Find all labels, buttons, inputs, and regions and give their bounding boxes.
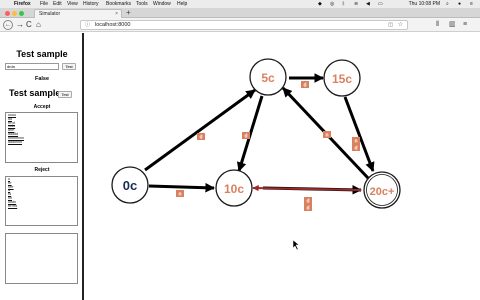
menu-file[interactable]: File [40,0,48,8]
menubar-clock[interactable]: Thu 10:08 PM [409,0,440,8]
volume-icon[interactable]: ◀ [366,0,370,8]
menu-view[interactable]: View [67,0,78,8]
menu-history[interactable]: History [83,0,99,8]
menu-tools[interactable]: Tools [136,0,148,8]
node-label: 10c [224,182,244,196]
dropbox-icon[interactable]: ◆ [318,0,322,8]
edge-label: d [354,146,357,152]
home-button[interactable]: ⌂ [36,20,41,30]
edge-label: d [303,83,306,89]
list-item[interactable]: rrrrrrd [8,204,75,209]
accept-label: Accept [33,104,51,110]
test-button[interactable]: Test [62,63,76,70]
reject-label: Reject [34,167,50,173]
menu-bookmarks[interactable]: Bookmarks [106,0,131,8]
list-item[interactable]: dddnnnn [8,140,75,145]
bluetooth-icon[interactable]: ᛒ [342,0,345,8]
menu-icon[interactable]: ≡ [463,20,467,30]
reload-button[interactable]: C [26,20,32,30]
automaton-graph[interactable]: d n d d n n d d d 0c 5c 15c 10c 20c+ [86,33,480,300]
panel-title: Test sample [16,49,68,59]
menu-bar: Firefox File Edit View History Bookmarks… [0,0,480,8]
forward-button[interactable]: → [16,20,24,30]
menu-help[interactable]: Help [177,0,187,8]
url-text: localhost:8000 [95,22,131,28]
edge-label: d [199,135,202,141]
node-label: 5c [261,71,275,85]
accept-list[interactable]: uuuu dd rrrrd rudu drrn ddddd nnnnnnnn dddnnnn [5,112,78,163]
pocket-icon[interactable]: ◫ [388,21,393,29]
output-area[interactable] [5,233,78,284]
tab-close-icon[interactable]: × [115,10,118,18]
test-result: False [34,76,50,82]
test-panel: Test sample Test False Test sample Test … [0,33,84,300]
url-bar[interactable]: ⓘ localhost:8000 ◫ ☆ [80,20,408,30]
edge-labels: d n d d n n d d d [176,81,360,212]
minimize-window-icon[interactable] [12,11,17,16]
mouse-cursor-icon [292,239,300,251]
sidebar-icon[interactable]: ▥ [449,20,456,30]
node-label: 0c [123,178,137,193]
wifi-icon[interactable]: ≋ [354,0,358,8]
bookmark-star-icon[interactable]: ☆ [398,21,403,29]
edge-label: n [325,133,328,139]
edge-0c-10c[interactable] [148,182,215,193]
tab-bar: Simulator × + [0,8,480,18]
node-label: 20c+ [370,186,395,198]
node-10c[interactable]: 10c [215,169,253,207]
node-5c[interactable]: 5c [249,58,287,96]
node-label: 15c [332,72,352,86]
test-button-2[interactable]: Test [58,91,72,98]
library-icon[interactable]: ⫴ [436,20,439,30]
edge-label: d [306,199,309,205]
edge-label: d [306,206,309,212]
menu-firefox[interactable]: Firefox [14,0,31,8]
browser-tab[interactable]: Simulator × [34,9,122,18]
edge-label: d [244,134,247,140]
search-icon[interactable]: ⌕ [446,0,449,8]
node-20c-plus[interactable]: 20c+ [363,171,401,209]
menu-edit[interactable]: Edit [53,0,62,8]
node-0c[interactable]: 0c [111,166,149,204]
tab-title: Simulator [39,11,61,17]
info-icon[interactable]: ⓘ [85,21,90,29]
edge-0c-5c[interactable] [144,88,256,172]
reject-list[interactable]: u rrr nrrr d rd nn uddn rrrrrrd [5,176,78,226]
edge-label: n [178,192,181,198]
user-icon[interactable]: ● [458,0,461,8]
sync-icon[interactable]: ◎ [330,0,334,8]
notification-icon[interactable]: ≡ [470,0,473,8]
menu-window[interactable]: Window [153,0,171,8]
test-string-input[interactable] [5,63,59,70]
nav-bar: ← → C ⌂ ⓘ localhost:8000 ◫ ☆ ⫴ ▥ ≡ [0,18,480,32]
zoom-window-icon[interactable] [19,11,24,16]
close-window-icon[interactable] [5,11,10,16]
battery-icon[interactable]: ▭ [378,0,383,8]
node-15c[interactable]: 15c [323,59,361,97]
back-button[interactable]: ← [3,20,13,30]
new-tab-button[interactable]: + [126,8,131,18]
edge-label: n [354,139,357,145]
panel-title-2: Test sample [9,88,61,98]
screen: Firefox File Edit View History Bookmarks… [0,0,480,300]
